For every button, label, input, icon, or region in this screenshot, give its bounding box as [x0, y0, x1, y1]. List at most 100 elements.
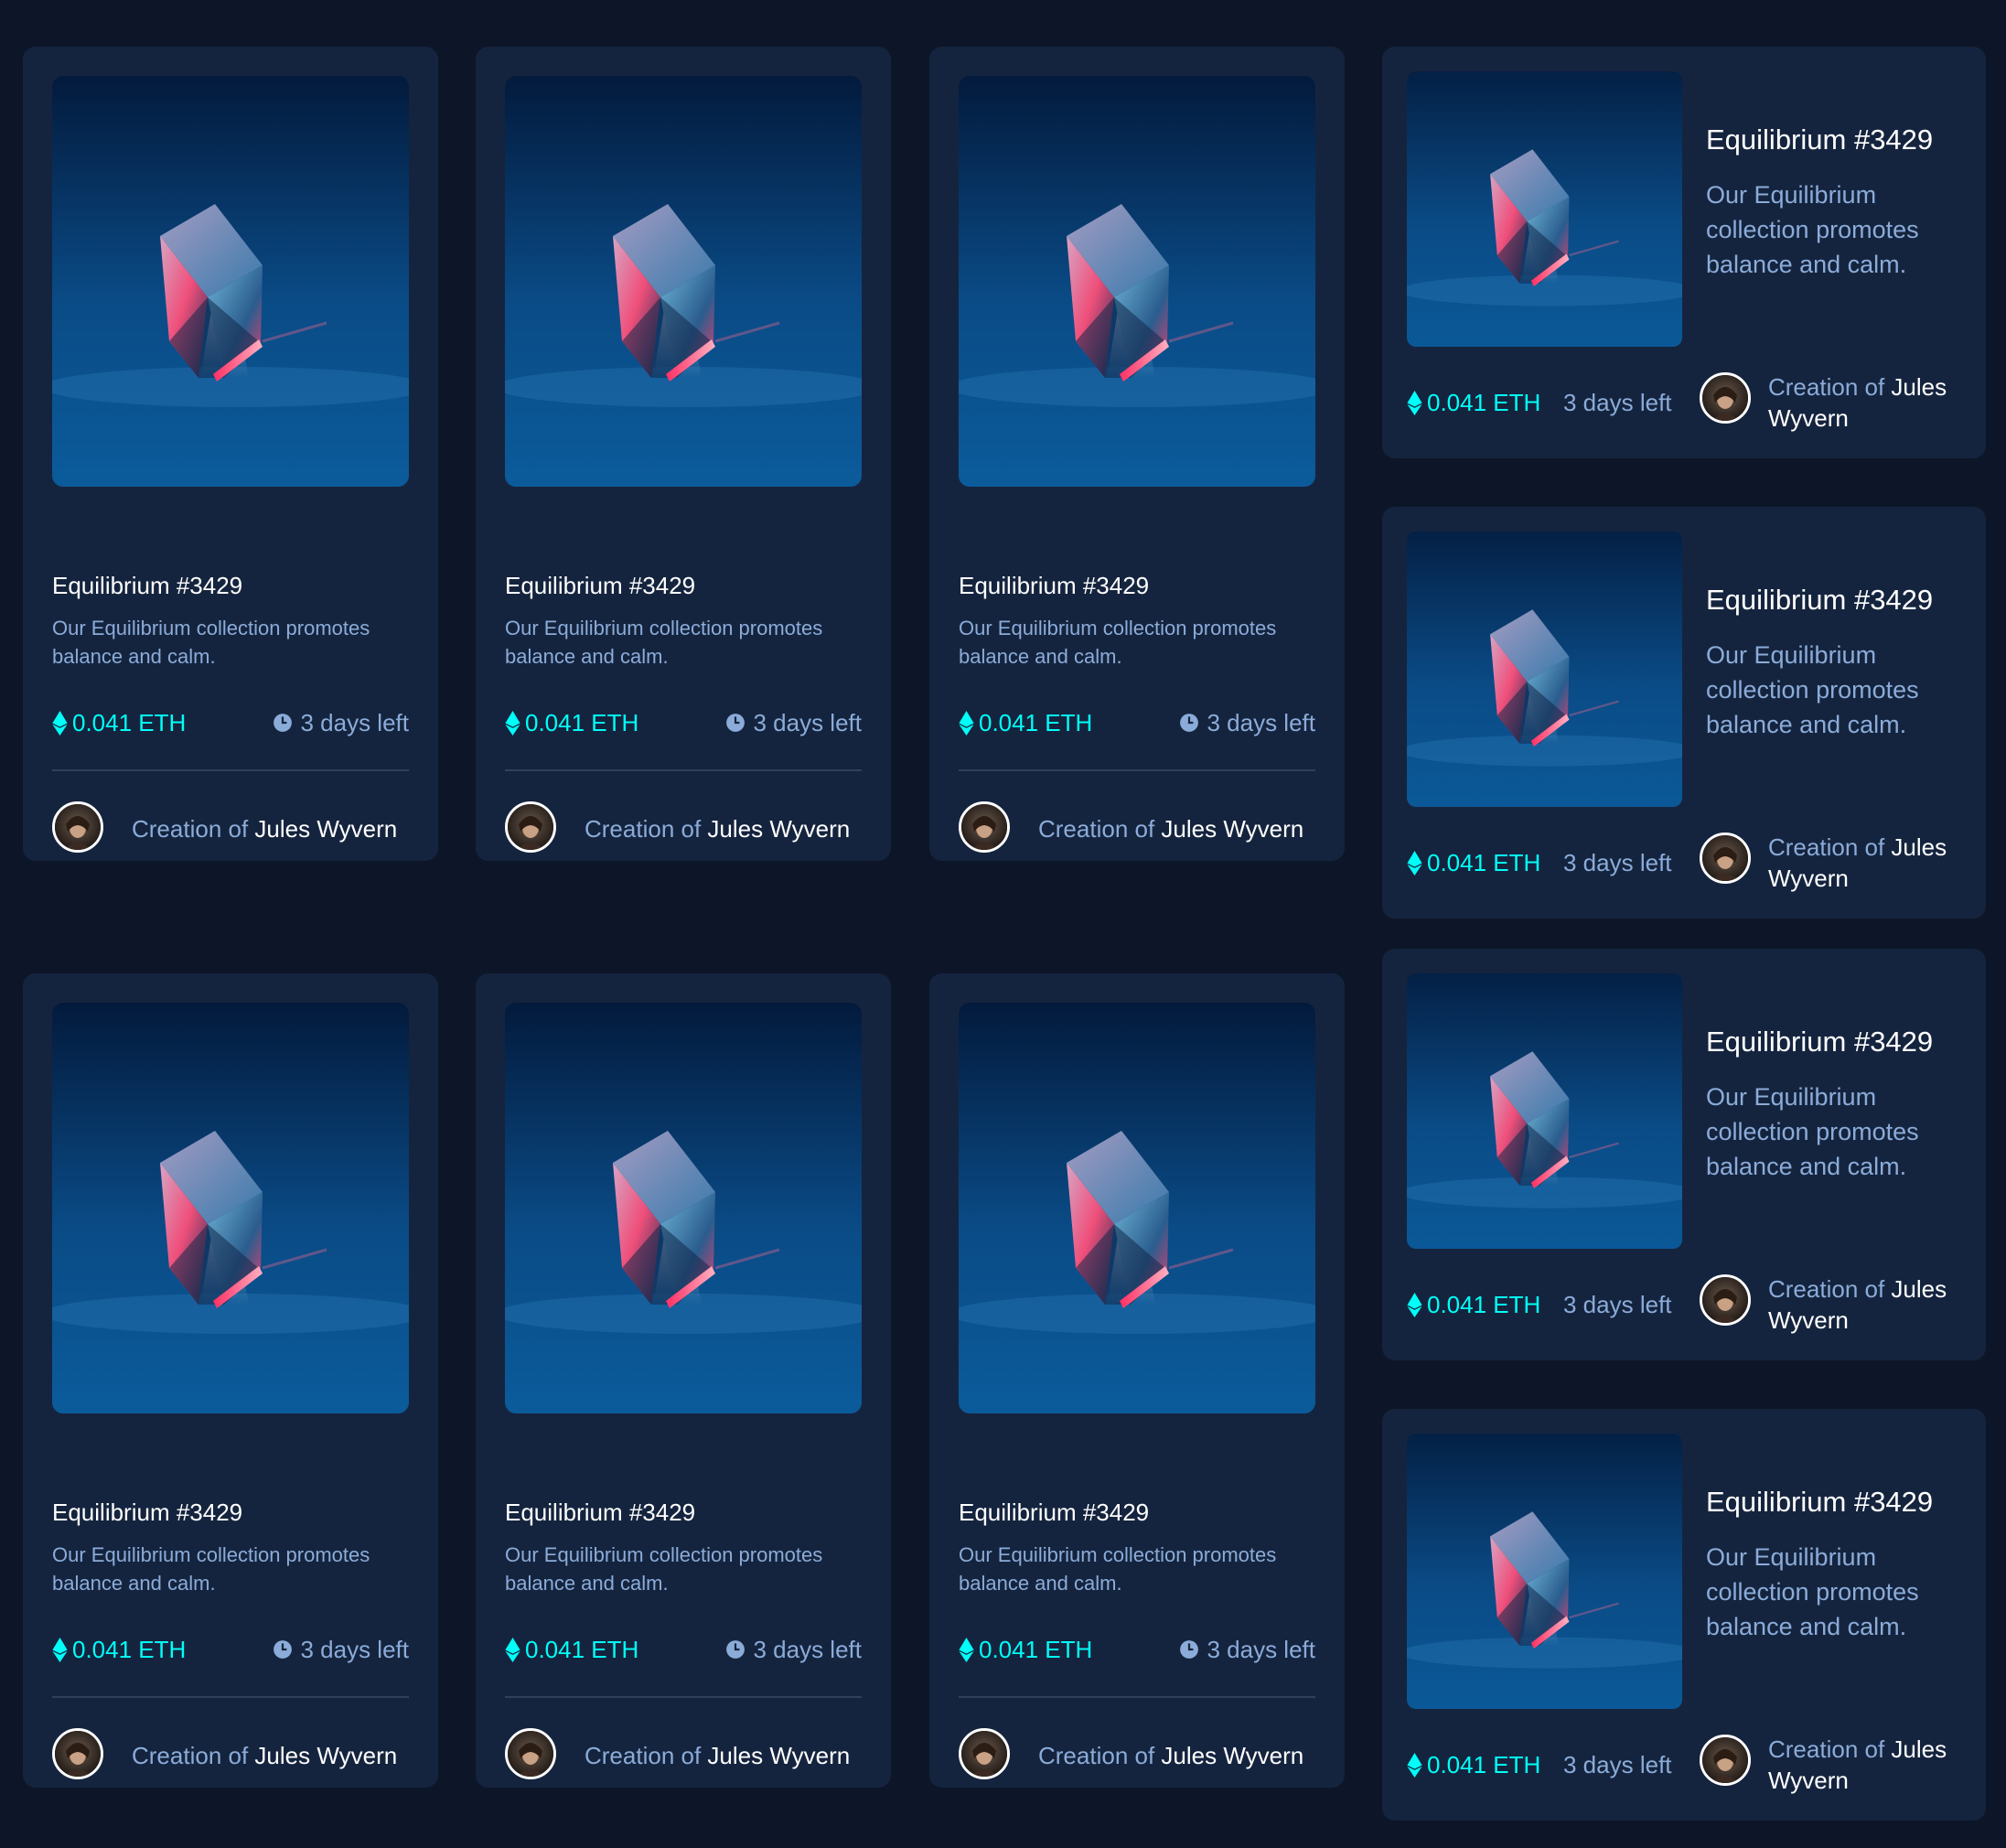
nft-card-horizontal[interactable]: Equilibrium #3429 Our Equilibrium collec… — [1382, 949, 1986, 1360]
nft-description: Our Equilibrium collection promotes bala… — [1706, 1543, 1919, 1640]
nft-title[interactable]: Equilibrium #3429 — [1706, 582, 1933, 618]
price-value: 0.041 ETH — [1427, 849, 1541, 876]
nft-card[interactable]: Equilibrium #3429 Our Equilibrium collec… — [23, 47, 438, 861]
nft-card[interactable]: Equilibrium #3429 Our Equilibrium collec… — [23, 973, 438, 1788]
card-divider — [959, 1696, 1315, 1698]
creator-name-link[interactable]: Jules Wyvern — [707, 1742, 850, 1769]
nft-description: Our Equilibrium collection promotes bala… — [1706, 641, 1919, 738]
price-value: 0.041 ETH — [979, 709, 1093, 736]
time-remaining: 3 days left — [725, 707, 862, 738]
creator-name-link[interactable]: Jules Wyvern — [1161, 1742, 1303, 1769]
price-value: 0.041 ETH — [979, 1636, 1093, 1663]
creator-avatar[interactable] — [52, 801, 103, 853]
nft-card[interactable]: Equilibrium #3429 Our Equilibrium collec… — [476, 973, 891, 1788]
nft-title[interactable]: Equilibrium #3429 — [1706, 1024, 1933, 1060]
creator-attribution: Creation of Jules Wyvern — [585, 813, 850, 844]
nft-artwork-image[interactable] — [505, 76, 862, 487]
ethereum-icon — [52, 1638, 68, 1662]
nft-title[interactable]: Equilibrium #3429 — [52, 570, 242, 601]
card-divider — [52, 769, 409, 771]
nft-price: 0.041 ETH — [959, 1634, 1092, 1665]
card-divider — [505, 1696, 862, 1698]
creator-avatar[interactable] — [959, 1728, 1010, 1779]
nft-description: Our Equilibrium collection promotes bala… — [959, 617, 1277, 668]
nft-title[interactable]: Equilibrium #3429 — [959, 1497, 1149, 1528]
nft-description: Our Equilibrium collection promotes bala… — [959, 1543, 1277, 1595]
creator-avatar[interactable] — [1700, 1274, 1751, 1326]
creator-prefix: Creation of — [585, 1742, 702, 1769]
time-left-text: 3 days left — [753, 709, 862, 736]
nft-title[interactable]: Equilibrium #3429 — [505, 570, 695, 601]
clock-icon — [273, 713, 293, 733]
creator-avatar[interactable] — [1700, 1735, 1751, 1786]
creator-prefix: Creation of — [1038, 1742, 1155, 1769]
creator-prefix: Creation of — [132, 1742, 249, 1769]
creator-name-link[interactable]: Jules Wyvern — [707, 815, 850, 843]
nft-title[interactable]: Equilibrium #3429 — [1706, 1484, 1933, 1520]
nft-price: 0.041 ETH — [1407, 847, 1540, 878]
price-value: 0.041 ETH — [1427, 1291, 1541, 1318]
card-divider — [505, 769, 862, 771]
time-left-text: 3 days left — [1563, 1751, 1672, 1778]
nft-artwork-image[interactable] — [959, 76, 1315, 487]
nft-card-horizontal[interactable]: Equilibrium #3429 Our Equilibrium collec… — [1382, 47, 1986, 458]
creator-avatar[interactable] — [505, 801, 556, 853]
nft-card-horizontal[interactable]: Equilibrium #3429 Our Equilibrium collec… — [1382, 507, 1986, 919]
nft-artwork-image[interactable] — [1407, 1434, 1682, 1709]
time-left-text: 3 days left — [300, 709, 409, 736]
price-value: 0.041 ETH — [72, 709, 187, 736]
creator-prefix: Creation of — [1038, 815, 1155, 843]
creator-prefix: Creation of — [132, 815, 249, 843]
creator-attribution: Creation of Jules Wyvern — [1768, 371, 1969, 434]
nft-price: 0.041 ETH — [1407, 1289, 1540, 1320]
creator-avatar[interactable] — [52, 1728, 103, 1779]
nft-description: Our Equilibrium collection promotes bala… — [505, 617, 823, 668]
nft-artwork-image[interactable] — [1407, 532, 1682, 807]
ethereum-icon — [1407, 391, 1422, 415]
nft-title[interactable]: Equilibrium #3429 — [505, 1497, 695, 1528]
card-divider — [52, 1696, 409, 1698]
time-left-text: 3 days left — [1563, 849, 1672, 876]
time-remaining: 3 days left — [1179, 707, 1315, 738]
nft-artwork-image[interactable] — [959, 1003, 1315, 1413]
nft-title[interactable]: Equilibrium #3429 — [959, 570, 1149, 601]
time-remaining: 3 days left — [273, 1634, 409, 1665]
creator-avatar[interactable] — [505, 1728, 556, 1779]
creator-prefix: Creation of — [1768, 1275, 1885, 1303]
creator-avatar[interactable] — [1700, 833, 1751, 884]
time-left-text: 3 days left — [1563, 1291, 1672, 1318]
ethereum-icon — [1407, 1753, 1422, 1778]
ethereum-icon — [959, 1638, 974, 1662]
nft-title[interactable]: Equilibrium #3429 — [52, 1497, 242, 1528]
nft-card[interactable]: Equilibrium #3429 Our Equilibrium collec… — [476, 47, 891, 861]
nft-title[interactable]: Equilibrium #3429 — [1706, 122, 1933, 158]
creator-name-link[interactable]: Jules Wyvern — [254, 1742, 397, 1769]
time-left-text: 3 days left — [1563, 389, 1672, 416]
creator-attribution: Creation of Jules Wyvern — [1038, 1740, 1303, 1771]
nft-card[interactable]: Equilibrium #3429 Our Equilibrium collec… — [929, 47, 1345, 861]
nft-description: Our Equilibrium collection promotes bala… — [1706, 181, 1919, 278]
nft-card-horizontal[interactable]: Equilibrium #3429 Our Equilibrium collec… — [1382, 1409, 1986, 1821]
time-remaining: 3 days left — [273, 707, 409, 738]
creator-avatar[interactable] — [1700, 372, 1751, 424]
creator-attribution: Creation of Jules Wyvern — [1768, 832, 1969, 894]
nft-artwork-image[interactable] — [1407, 71, 1682, 347]
time-left-text: 3 days left — [753, 1636, 862, 1663]
card-divider — [959, 769, 1315, 771]
creator-attribution: Creation of Jules Wyvern — [1768, 1273, 1969, 1336]
nft-price: 0.041 ETH — [959, 707, 1092, 738]
nft-artwork-image[interactable] — [52, 76, 409, 487]
creator-attribution: Creation of Jules Wyvern — [1768, 1734, 1969, 1796]
nft-price: 0.041 ETH — [52, 1634, 186, 1665]
ethereum-icon — [1407, 1293, 1422, 1317]
nft-artwork-image[interactable] — [505, 1003, 862, 1413]
time-left-text: 3 days left — [1207, 1636, 1315, 1663]
creator-name-link[interactable]: Jules Wyvern — [1161, 815, 1303, 843]
nft-artwork-image[interactable] — [1407, 973, 1682, 1249]
clock-icon — [725, 1639, 746, 1660]
nft-card[interactable]: Equilibrium #3429 Our Equilibrium collec… — [929, 973, 1345, 1788]
nft-artwork-image[interactable] — [52, 1003, 409, 1413]
creator-avatar[interactable] — [959, 801, 1010, 853]
creator-name-link[interactable]: Jules Wyvern — [254, 815, 397, 843]
creator-attribution: Creation of Jules Wyvern — [132, 813, 397, 844]
